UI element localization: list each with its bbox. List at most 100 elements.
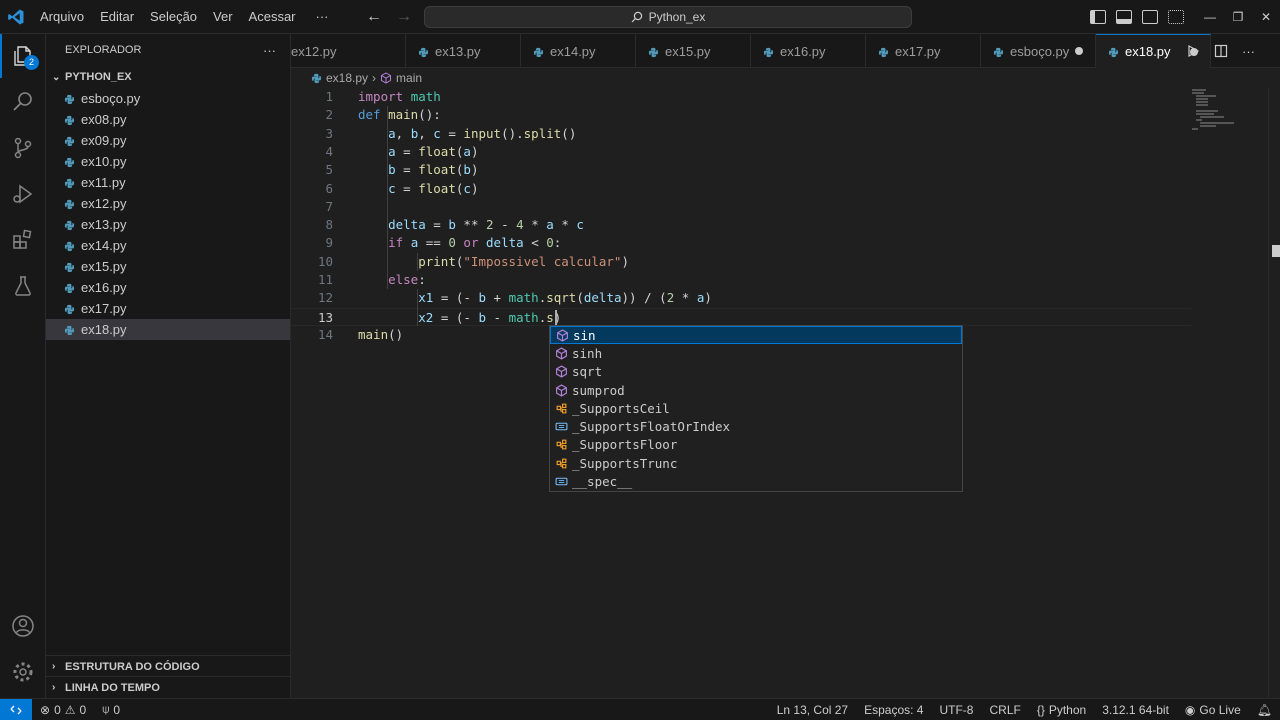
code-line[interactable]: 1 import math xyxy=(291,88,1191,106)
python-file-icon xyxy=(64,135,75,147)
code-line[interactable]: 2 def main(): xyxy=(291,106,1191,124)
suggestion-label: _SupportsFloor xyxy=(572,437,678,453)
menu-bar: Arquivo Editar Seleção Ver Acessar ··· xyxy=(32,0,337,34)
menu-arquivo[interactable]: Arquivo xyxy=(32,0,92,34)
class-kind-icon xyxy=(554,438,568,452)
code-line[interactable]: 7 xyxy=(291,198,1191,216)
editor-tab[interactable]: ex16.py xyxy=(751,34,866,68)
language-label: Python xyxy=(1048,703,1087,717)
suggestion-item[interactable]: _SupportsCeil xyxy=(550,399,962,417)
editor-tab[interactable]: ex12.py xyxy=(291,34,406,68)
extensions-icon[interactable] xyxy=(0,218,46,262)
explorer-more-actions[interactable]: ··· xyxy=(263,43,276,58)
minimap[interactable] xyxy=(1190,88,1270,698)
text-cursor xyxy=(555,309,557,325)
minimize-window-icon[interactable]: — xyxy=(1196,0,1224,34)
indent-guide xyxy=(417,252,418,271)
suggestion-item[interactable]: _SupportsFloor xyxy=(550,436,962,454)
breadcrumb-file[interactable]: ex18.py xyxy=(326,71,368,85)
code-line[interactable]: 12 x1 = (- b + math.sqrt(delta)) / (2 * … xyxy=(291,289,1191,307)
toggle-primary-sidebar-icon[interactable] xyxy=(1090,10,1106,24)
indentation[interactable]: Espaços: 4 xyxy=(856,703,931,717)
suggestion-item[interactable]: sinh xyxy=(550,344,962,362)
menu-selecao[interactable]: Seleção xyxy=(142,0,205,34)
forward-arrow-icon[interactable]: → xyxy=(396,8,412,26)
code-line[interactable]: 3 a, b, c = input().split() xyxy=(291,125,1191,143)
restore-window-icon[interactable]: ❐ xyxy=(1224,0,1252,34)
file-item[interactable]: ex18.py xyxy=(46,319,290,340)
code-line[interactable]: 5 b = float(b) xyxy=(291,161,1191,179)
settings-gear-icon[interactable] xyxy=(0,650,46,694)
suggestion-label: __spec__ xyxy=(572,474,633,490)
file-item[interactable]: ex10.py xyxy=(46,151,290,172)
suggestion-item[interactable]: sumprod xyxy=(550,381,962,399)
suggestion-item[interactable]: _SupportsFloatOrIndex xyxy=(550,417,962,435)
file-item[interactable]: ex13.py xyxy=(46,214,290,235)
python-file-icon xyxy=(64,261,75,273)
suggestion-item[interactable]: sin xyxy=(550,326,962,345)
file-label: ex08.py xyxy=(81,112,127,127)
python-interpreter[interactable]: 3.12.1 64-bit xyxy=(1094,703,1177,717)
source-control-icon[interactable] xyxy=(0,126,46,170)
remote-indicator-icon[interactable] xyxy=(0,698,32,720)
run-debug-icon[interactable] xyxy=(0,172,46,216)
file-item[interactable]: ex15.py xyxy=(46,256,290,277)
editor-tab[interactable]: ex15.py xyxy=(636,34,751,68)
editor-tab[interactable]: ex13.py xyxy=(406,34,521,68)
file-item[interactable]: esboço.py xyxy=(46,88,290,109)
search-icon[interactable] xyxy=(0,80,46,124)
encoding[interactable]: UTF-8 xyxy=(931,703,981,717)
editor-tab[interactable]: esboço.py xyxy=(981,34,1096,68)
code-line[interactable]: 8 delta = b ** 2 - 4 * a * c xyxy=(291,216,1191,234)
outline-section[interactable]: › ESTRUTURA DO CÓDIGO xyxy=(46,655,291,677)
ports-status[interactable]: ⍦ 0 xyxy=(94,702,128,717)
file-item[interactable]: ex08.py xyxy=(46,109,290,130)
editor-more-actions[interactable]: ··· xyxy=(1242,44,1255,59)
run-python-file-icon[interactable] xyxy=(1186,44,1200,58)
file-item[interactable]: ex12.py xyxy=(46,193,290,214)
back-arrow-icon[interactable]: ← xyxy=(366,8,382,26)
folder-header[interactable]: ⌄ PYTHON_EX xyxy=(46,66,290,88)
command-center-search[interactable]: Python_ex xyxy=(424,6,912,28)
split-editor-icon[interactable] xyxy=(1214,44,1228,58)
close-window-icon[interactable]: ✕ xyxy=(1252,0,1280,34)
toggle-panel-icon[interactable] xyxy=(1116,10,1132,24)
line-number: 6 xyxy=(325,180,333,196)
menu-more[interactable]: ··· xyxy=(308,0,337,34)
testing-flask-icon[interactable] xyxy=(0,264,46,308)
file-item[interactable]: ex09.py xyxy=(46,130,290,151)
code-line[interactable]: 10 print("Impossivel calcular") xyxy=(291,253,1191,271)
file-item[interactable]: ex16.py xyxy=(46,277,290,298)
problems-status[interactable]: ⊗ 0 ⚠ 0 xyxy=(32,703,94,717)
menu-acessar[interactable]: Acessar xyxy=(241,0,304,34)
code-line[interactable]: 6 c = float(c) xyxy=(291,180,1191,198)
go-live-button[interactable]: ◉ Go Live xyxy=(1177,703,1249,717)
unsaved-dot-icon[interactable] xyxy=(1075,47,1083,55)
customize-layout-icon[interactable] xyxy=(1168,10,1184,24)
suggestion-item[interactable]: _SupportsTrunc xyxy=(550,454,962,472)
language-mode[interactable]: {} Python xyxy=(1029,703,1094,717)
editor-tab[interactable]: ex14.py xyxy=(521,34,636,68)
menu-editar[interactable]: Editar xyxy=(92,0,142,34)
code-line[interactable]: 4 a = float(a) xyxy=(291,143,1191,161)
breadcrumb-symbol[interactable]: main xyxy=(396,71,422,85)
code-line[interactable]: 11 else: xyxy=(291,271,1191,289)
editor-tab[interactable]: ex17.py xyxy=(866,34,981,68)
code-line[interactable]: 9 if a == 0 or delta < 0: xyxy=(291,234,1191,252)
file-item[interactable]: ex14.py xyxy=(46,235,290,256)
suggestion-item[interactable]: __spec__ xyxy=(550,472,962,490)
editor-scrollbar[interactable] xyxy=(1268,88,1280,698)
file-item[interactable]: ex17.py xyxy=(46,298,290,319)
cursor-position[interactable]: Ln 13, Col 27 xyxy=(769,703,856,717)
code-line[interactable]: 13 x2 = (- b - math.s) xyxy=(291,307,1191,326)
menu-ver[interactable]: Ver xyxy=(205,0,241,34)
timeline-section[interactable]: › LINHA DO TEMPO xyxy=(46,676,291,698)
end-of-line[interactable]: CRLF xyxy=(981,703,1028,717)
file-item[interactable]: ex11.py xyxy=(46,172,290,193)
suggestion-item[interactable]: sqrt xyxy=(550,363,962,381)
explorer-icon[interactable]: 2 xyxy=(0,34,46,78)
account-icon[interactable] xyxy=(0,604,46,648)
toggle-secondary-sidebar-icon[interactable] xyxy=(1142,10,1158,24)
tab-label: ex14.py xyxy=(550,43,596,59)
notifications-bell-icon[interactable]: 🔔︎ xyxy=(1249,703,1280,717)
